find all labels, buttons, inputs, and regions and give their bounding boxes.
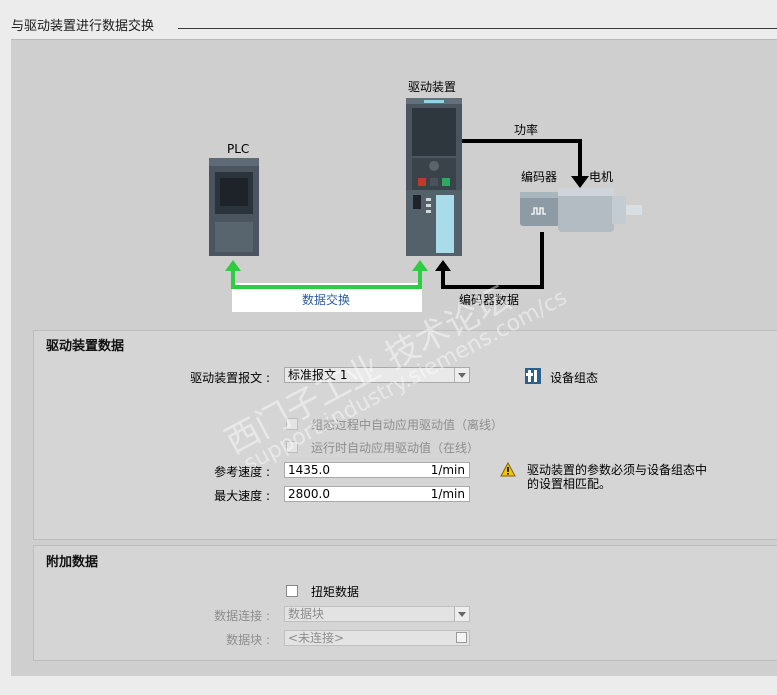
data-exchange-label: 数据交换 xyxy=(302,293,351,307)
chevron-down-icon[interactable] xyxy=(454,607,469,621)
max-speed-input[interactable]: 2800.0 1/min xyxy=(284,486,470,502)
telegram-value: 标准报文 1 xyxy=(288,368,348,382)
auto-apply-offline-label: 组态过程中自动应用驱动值（离线） xyxy=(311,418,504,432)
plc-label: PLC xyxy=(227,142,250,156)
ref-speed-input[interactable]: 1435.0 1/min xyxy=(284,462,470,478)
max-speed-label: 最大速度 : xyxy=(214,489,270,503)
encoder-data-label: 编码器数据 xyxy=(459,293,520,307)
plc-device-image xyxy=(209,158,259,256)
data-connection-value: 数据块 xyxy=(288,607,325,621)
encoder-label: 编码器 xyxy=(521,170,558,184)
data-block-value: <未连接> xyxy=(288,631,345,645)
motor-encoder-image xyxy=(520,188,642,232)
auto-apply-online-label: 运行时自动应用驱动值（在线） xyxy=(311,441,480,455)
telegram-select[interactable]: 标准报文 1 xyxy=(284,367,470,383)
telegram-label: 驱动装置报文 : xyxy=(190,371,270,385)
additional-data-title: 附加数据 xyxy=(46,555,99,570)
data-block-label: 数据块 : xyxy=(226,633,270,647)
device-config-icon[interactable] xyxy=(524,367,542,385)
torque-data-checkbox[interactable] xyxy=(286,585,298,597)
drive-diagram xyxy=(209,98,642,312)
data-connection-select[interactable]: 数据块 xyxy=(284,606,470,622)
power-arrow xyxy=(571,176,589,188)
data-connection-label: 数据连接 : xyxy=(214,609,270,623)
warning-icon xyxy=(500,461,516,478)
chevron-down-icon[interactable] xyxy=(454,368,469,382)
drive-data-section xyxy=(33,330,777,540)
drive-device-image xyxy=(406,98,462,256)
drive-data-title: 驱动装置数据 xyxy=(46,339,125,354)
auto-apply-offline-checkbox[interactable] xyxy=(286,418,298,430)
ref-speed-label: 参考速度 : xyxy=(214,465,270,479)
power-label: 功率 xyxy=(514,123,539,137)
max-speed-value: 2800.0 xyxy=(288,487,330,501)
motor-label: 电机 xyxy=(589,170,614,184)
auto-apply-online-checkbox[interactable] xyxy=(286,441,298,453)
browse-icon[interactable] xyxy=(456,632,467,643)
torque-data-label: 扭矩数据 xyxy=(311,585,360,599)
device-config-button[interactable]: 设备组态 xyxy=(550,369,598,386)
warning-text-line2: 的设置相匹配。 xyxy=(527,477,612,491)
encoder-data-arrow xyxy=(435,260,451,271)
ref-speed-unit: 1/min xyxy=(430,463,465,477)
max-speed-unit: 1/min xyxy=(430,487,465,501)
ref-speed-value: 1435.0 xyxy=(288,463,330,477)
drive-label: 驱动装置 xyxy=(408,80,457,94)
data-block-field[interactable]: <未连接> xyxy=(284,630,470,646)
